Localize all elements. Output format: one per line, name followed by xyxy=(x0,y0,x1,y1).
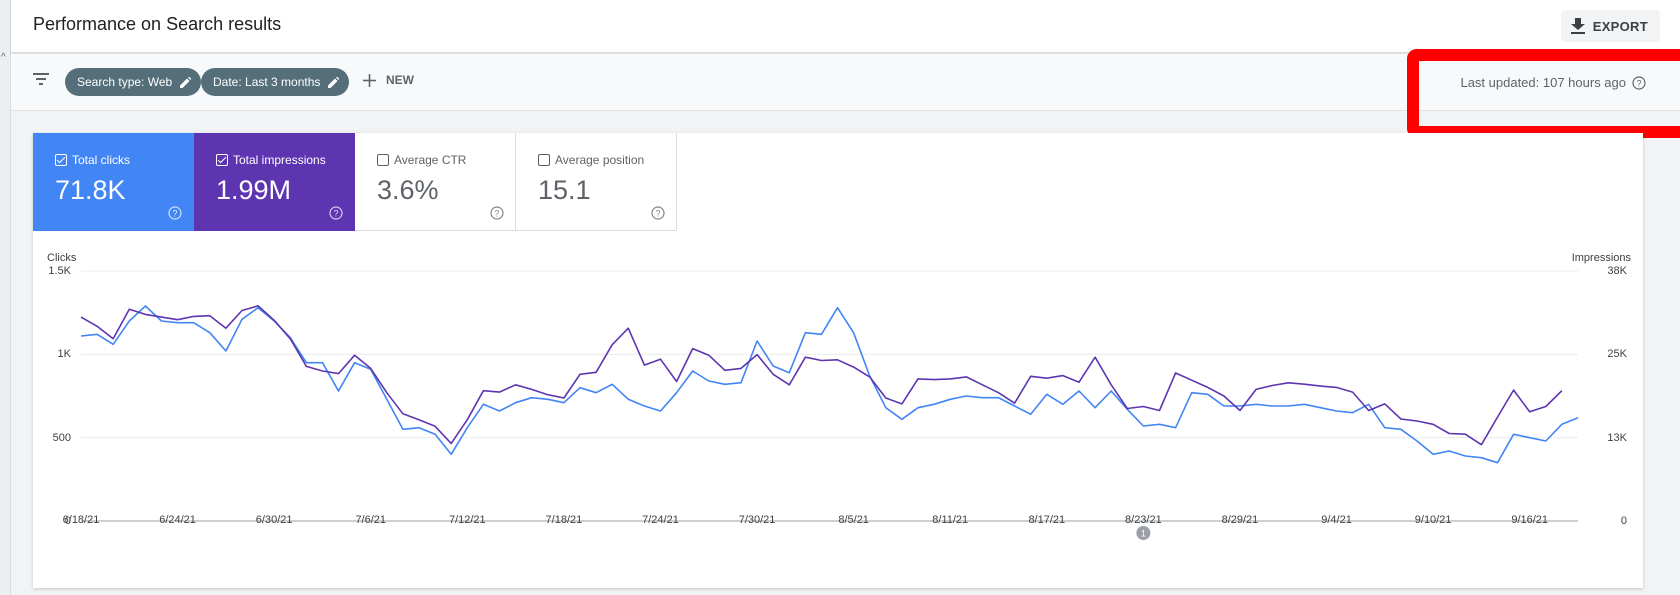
x-tick: 9/10/21 xyxy=(1414,514,1452,526)
series-line-total-impressions xyxy=(80,305,1563,446)
x-tick: 6/24/21 xyxy=(159,514,196,526)
date-chip[interactable]: Date: Last 3 months xyxy=(201,68,350,96)
x-tick: 7/24/21 xyxy=(642,514,679,526)
y-tick-right: 13K xyxy=(1607,431,1627,444)
x-tick: 7/30/21 xyxy=(738,514,776,526)
y-tick-left: 1K xyxy=(57,348,71,361)
y-tick-right: 25K xyxy=(1607,348,1627,361)
last-updated-text: Last updated: 107 hours ago xyxy=(1460,75,1626,90)
x-tick: 8/5/21 xyxy=(838,514,869,526)
x-tick: 8/29/21 xyxy=(1221,514,1259,526)
annotation-label: 1 xyxy=(1141,529,1146,539)
x-tick: 7/12/21 xyxy=(448,514,486,526)
date-chip-label: Date: Last 3 months xyxy=(213,75,321,89)
page-title: Performance on Search results xyxy=(33,14,282,34)
left-rail: ^ xyxy=(0,0,11,595)
x-tick: 8/11/21 xyxy=(932,514,969,526)
download-icon xyxy=(1570,18,1585,34)
plus-icon xyxy=(363,73,376,87)
edit-icon xyxy=(328,76,340,88)
filter-bar: Search type: Web Date: Last 3 months NEW… xyxy=(11,54,1680,111)
new-filter-button[interactable]: NEW xyxy=(363,73,414,87)
help-icon[interactable]: ? xyxy=(1632,75,1646,90)
x-tick: 6/30/21 xyxy=(255,514,293,526)
filter-icon[interactable] xyxy=(33,73,49,85)
y-tick-left: 500 xyxy=(52,431,71,444)
search-type-chip[interactable]: Search type: Web xyxy=(65,68,202,96)
y-tick-right: 38K xyxy=(1607,265,1627,277)
export-label: EXPORT xyxy=(1592,18,1648,34)
edit-icon xyxy=(180,76,192,88)
last-updated: Last updated: 107 hours ago ? xyxy=(1460,75,1646,90)
y-tick-right: 0 xyxy=(1620,515,1627,527)
x-tick: 6/18/21 xyxy=(62,514,100,526)
x-tick: 7/6/21 xyxy=(355,514,387,526)
page-header: Performance on Search results EXPORT xyxy=(11,0,1680,53)
x-tick: 9/16/21 xyxy=(1511,514,1549,526)
x-tick: 8/23/21 xyxy=(1125,514,1162,526)
search-type-chip-label: Search type: Web xyxy=(77,75,173,89)
series-line-total-clicks xyxy=(80,305,1579,464)
chevron-up-icon[interactable]: ^ xyxy=(1,52,6,63)
svg-text:?: ? xyxy=(1636,78,1641,88)
performance-card: Total clicks 71.8K ? Total impressions 1… xyxy=(33,133,1643,588)
x-tick: 9/4/21 xyxy=(1321,514,1352,526)
x-tick: 7/18/21 xyxy=(545,514,583,526)
x-tick: 8/17/21 xyxy=(1028,514,1066,526)
export-button[interactable]: EXPORT xyxy=(1560,10,1660,42)
y-tick-left: 1.5K xyxy=(48,265,71,277)
new-filter-label: NEW xyxy=(386,73,414,87)
